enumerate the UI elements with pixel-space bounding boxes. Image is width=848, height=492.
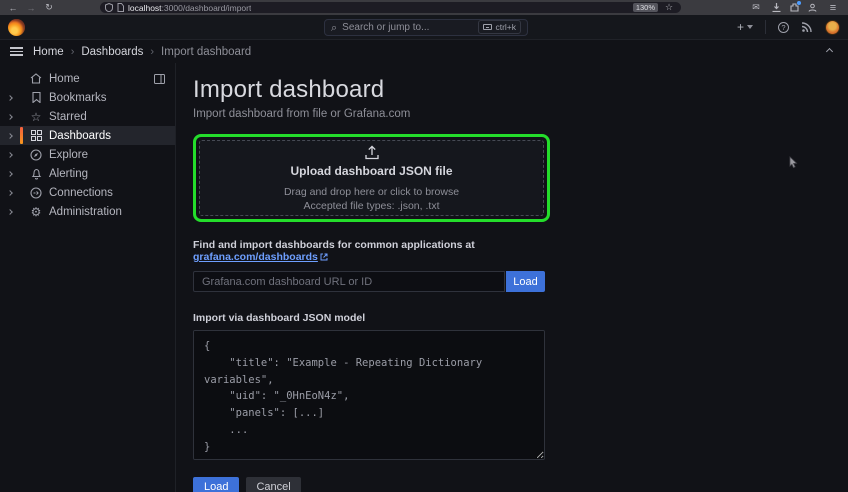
breadcrumb-dashboards[interactable]: Dashboards [81,46,143,58]
pocket-icon[interactable] [749,2,763,13]
upload-icon [364,145,380,160]
upload-dropzone[interactable]: Upload dashboard JSON file Drag and drop… [199,140,544,216]
gcom-import-section: Find and import dashboards for common ap… [193,239,545,292]
upload-accepted-types: Accepted file types: .json, .txt [304,200,440,212]
cancel-button[interactable]: Cancel [246,477,300,492]
bookmark-star-icon[interactable] [662,2,676,13]
browser-back-icon[interactable] [6,3,20,13]
nav-sidebar: Home Bookmarks Starred Dashboards Explor… [0,63,176,492]
browser-menu-icon[interactable] [826,2,840,14]
load-button[interactable]: Load [193,477,239,492]
sidebar-item-dashboards[interactable]: Dashboards [0,126,175,145]
sidebar-item-home[interactable]: Home [0,69,175,88]
url-text: localhost:3000/dashboard/import [128,3,251,13]
search-input[interactable]: Search or jump to... ctrl+k [324,19,528,36]
sidebar-item-explore[interactable]: Explore [0,145,175,164]
extension-badge-dot [797,1,801,5]
user-avatar[interactable] [825,20,840,35]
browser-toolbar: localhost:3000/dashboard/import 130% [0,0,848,15]
compass-icon [30,149,42,161]
search-icon [331,18,337,36]
browser-reload-icon[interactable] [42,2,56,13]
mega-menu-toggle-icon[interactable] [10,47,23,56]
downloads-icon[interactable] [772,3,781,12]
json-import-section: Import via dashboard JSON model [193,312,545,465]
breadcrumb-current: Import dashboard [161,46,251,58]
grafana-logo-icon[interactable] [8,19,25,36]
plus-icon [737,20,744,34]
browser-zoom-badge[interactable]: 130% [633,3,658,12]
sidebar-item-connections[interactable]: Connections [0,183,175,202]
chevron-down-icon [747,25,753,29]
gcom-dashboards-link[interactable]: grafana.com/dashboards [193,251,318,263]
page-info-icon[interactable] [117,3,124,12]
breadcrumb-home[interactable]: Home [33,46,64,58]
footer-actions: Load Cancel [193,477,848,492]
breadcrumb-bar: Home Dashboards Import dashboard [0,40,848,63]
chevron-right-icon[interactable] [7,171,13,177]
dock-menu-icon[interactable] [154,74,165,84]
breadcrumb-separator-icon [71,46,75,58]
sidebar-item-bookmarks[interactable]: Bookmarks [0,88,175,107]
highlight-annotation-box: Upload dashboard JSON file Drag and drop… [193,134,550,222]
home-icon [30,73,42,84]
grafana-top-nav: Search or jump to... ctrl+k [0,15,848,40]
chevron-right-icon[interactable] [7,190,13,196]
sidebar-item-administration[interactable]: Administration [0,202,175,221]
account-icon[interactable] [808,3,817,12]
json-model-label: Import via dashboard JSON model [193,312,545,324]
chevron-right-icon[interactable] [7,133,13,139]
extensions-icon[interactable] [790,3,799,12]
dashboards-grid-icon [31,130,42,141]
upload-hint: Drag and drop here or click to browse [284,186,459,198]
search-placeholder: Search or jump to... [342,22,473,33]
json-model-textarea[interactable] [193,330,545,460]
breadcrumb-separator-icon [150,46,154,58]
search-shortcut-badge: ctrl+k [478,20,521,34]
gcom-url-input[interactable] [193,271,505,292]
page-title: Import dashboard [193,76,848,104]
upload-title: Upload dashboard JSON file [290,164,452,178]
browser-url-bar[interactable]: localhost:3000/dashboard/import 130% [100,2,681,13]
chevron-right-icon[interactable] [7,95,13,101]
gcom-label: Find and import dashboards for common ap… [193,239,545,264]
sidebar-item-starred[interactable]: Starred [0,107,175,126]
bookmark-icon [32,92,41,103]
nav-divider [765,20,766,34]
shield-icon [105,3,113,12]
keyboard-icon [483,24,492,30]
help-icon[interactable] [778,22,789,33]
star-icon [31,110,42,124]
bell-icon [31,168,42,180]
connections-icon [30,187,42,199]
chevron-right-icon[interactable] [7,114,13,120]
breadcrumb: Home Dashboards Import dashboard [33,46,251,58]
gcom-load-button[interactable]: Load [506,271,545,292]
page-subtitle: Import dashboard from file or Grafana.co… [193,108,848,120]
chevron-right-icon[interactable] [7,152,13,158]
new-menu-button[interactable] [737,20,753,34]
shortcut-label: ctrl+k [495,22,516,32]
browser-forward-icon[interactable] [24,3,38,13]
sidebar-item-alerting[interactable]: Alerting [0,164,175,183]
chevron-up-icon[interactable] [826,48,833,55]
chevron-right-icon[interactable] [7,209,13,215]
main-content: Import dashboard Import dashboard from f… [176,63,848,492]
news-rss-icon[interactable] [801,22,813,33]
external-link-icon [320,252,328,264]
gear-icon [31,205,42,219]
